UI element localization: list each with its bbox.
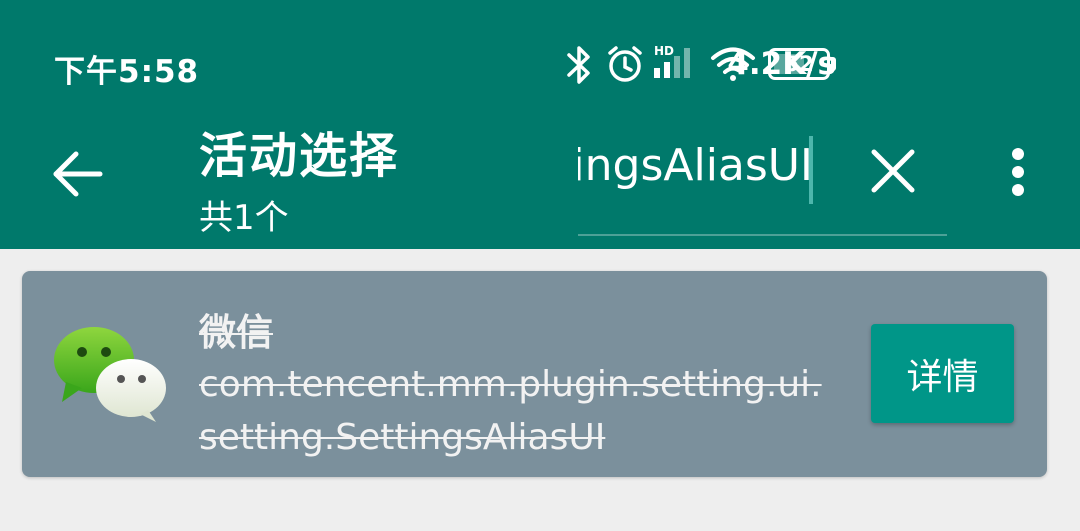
result-count: 共1个 [199, 198, 289, 238]
wifi-icon [711, 47, 755, 81]
battery-icon: 52 [768, 48, 836, 80]
hd-label: HD [654, 44, 674, 58]
text-caret [809, 136, 813, 204]
wechat-icon [54, 327, 166, 422]
alarm-icon [608, 46, 642, 82]
back-arrow-icon[interactable] [50, 146, 106, 202]
bluetooth-icon [567, 46, 590, 84]
page-title: 活动选择 [199, 128, 400, 184]
close-icon[interactable] [866, 144, 920, 198]
search-input-value[interactable]: SettingsAliasUI [578, 140, 813, 191]
details-button[interactable]: 详情 [871, 324, 1014, 423]
status-time: 下午5:58 [54, 54, 200, 90]
battery-level: 52 [784, 52, 814, 76]
activity-name: com.tencent.mm.plugin.setting.ui.setting… [199, 364, 822, 458]
signal-icon: HD [654, 44, 690, 78]
app-name: 微信 [199, 311, 273, 354]
app-bar: 下午5:58 4.2K/s HD 52 活动选择 共1个 SettingsAli… [0, 0, 1080, 249]
more-vert-icon[interactable] [1000, 146, 1036, 198]
